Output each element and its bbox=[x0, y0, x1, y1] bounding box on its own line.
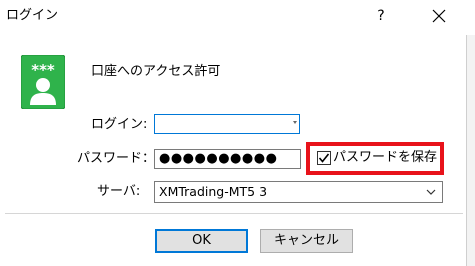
icon-glyph: *** bbox=[31, 61, 55, 79]
close-icon bbox=[432, 9, 446, 23]
save-password-highlight: パスワードを保存 bbox=[306, 142, 444, 175]
user-account-icon: *** bbox=[21, 55, 65, 109]
server-value: XMTrading-MT5 3 bbox=[159, 184, 268, 199]
divider bbox=[5, 213, 463, 214]
password-input[interactable]: ●●●●●●●●●● bbox=[154, 149, 301, 169]
server-select[interactable]: XMTrading-MT5 3 bbox=[154, 181, 443, 203]
chevron-down-icon[interactable] bbox=[426, 188, 436, 196]
window-edge bbox=[466, 35, 475, 266]
cancel-button[interactable]: キャンセル bbox=[260, 229, 353, 253]
save-password-label[interactable]: パスワードを保存 bbox=[333, 149, 437, 167]
password-label: パスワード： bbox=[77, 151, 156, 166]
checkmark-icon bbox=[318, 153, 330, 163]
header-title: 口座へのアクセス許可 bbox=[91, 64, 221, 79]
help-button[interactable]: ? bbox=[368, 4, 394, 28]
login-label: ログイン: bbox=[91, 117, 148, 132]
login-dialog: ログイン ? *** 口座へのアクセス許可 ログイン: パスワード： ●●●●●… bbox=[0, 0, 475, 266]
window-title: ログイン bbox=[6, 8, 59, 23]
close-button[interactable] bbox=[426, 4, 452, 28]
login-input[interactable] bbox=[154, 114, 300, 134]
server-label: サーバ: bbox=[97, 184, 141, 199]
ok-button[interactable]: OK bbox=[155, 229, 248, 253]
dropdown-caret-icon bbox=[293, 121, 297, 124]
save-password-checkbox[interactable] bbox=[317, 151, 331, 165]
